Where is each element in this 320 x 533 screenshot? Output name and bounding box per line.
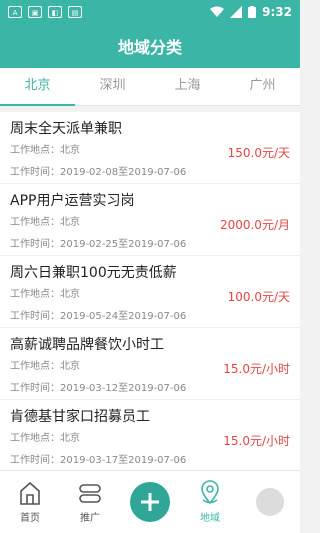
- nav-region[interactable]: 地域: [180, 471, 240, 533]
- nav-add[interactable]: [120, 471, 180, 533]
- signal-icon: [230, 6, 243, 18]
- region-tabs: 北京 深圳 上海 广州: [0, 68, 300, 106]
- job-time: 工作时间：2019-02-25至2019-07-06: [10, 239, 187, 250]
- job-title: 高薪诚聘品牌餐饮小时工: [10, 337, 164, 353]
- status-bar: A ▣ ◧ ▤ 9:32: [0, 0, 300, 24]
- tab-guangzhou[interactable]: 广州: [225, 68, 300, 105]
- clock: 9:32: [262, 5, 292, 19]
- notification-icon: A: [8, 6, 22, 18]
- job-title: 周六日兼职100元无责低薪: [10, 265, 177, 281]
- shopping-bag-icon: ▤: [68, 6, 82, 18]
- status-bar-right: 9:32: [210, 5, 292, 19]
- home-icon: [20, 481, 40, 505]
- notification-icon: ▣: [28, 6, 42, 18]
- nav-promote[interactable]: 推广: [60, 471, 120, 533]
- job-time: 工作时间：2019-02-08至2019-07-06: [10, 167, 187, 178]
- bottom-nav: 首页 推广 地域: [0, 470, 300, 533]
- job-title: 周末全天派单兼职: [10, 121, 122, 137]
- nav-home-label: 首页: [20, 513, 40, 524]
- job-salary: 100.0元/天: [227, 290, 290, 304]
- nav-region-label: 地域: [200, 513, 220, 524]
- battery-icon: [248, 6, 257, 18]
- nav-home[interactable]: 首页: [0, 471, 60, 533]
- nav-promote-label: 推广: [80, 513, 100, 524]
- location-pin-icon: [201, 480, 219, 505]
- job-salary: 15.0元/小时: [223, 434, 290, 448]
- plus-icon: [141, 493, 159, 511]
- nav-profile[interactable]: [240, 471, 300, 533]
- notification-icon: ◧: [48, 6, 62, 18]
- job-time: 工作时间：2019-03-17至2019-07-06: [10, 455, 187, 466]
- add-button[interactable]: [130, 482, 170, 522]
- job-time: 工作时间：2019-05-24至2019-07-06: [10, 311, 187, 322]
- job-list: 周末全天派单兼职 工作地点：北京 工作时间：2019-02-08至2019-07…: [0, 112, 300, 470]
- tab-shanghai[interactable]: 上海: [150, 68, 225, 105]
- avatar: [256, 488, 284, 516]
- tab-beijing[interactable]: 北京: [0, 68, 75, 106]
- status-bar-left: A ▣ ◧ ▤: [8, 6, 82, 18]
- job-item[interactable]: 周末全天派单兼职 工作地点：北京 工作时间：2019-02-08至2019-07…: [0, 112, 300, 184]
- tab-shenzhen[interactable]: 深圳: [75, 68, 150, 105]
- page-title: 地域分类: [117, 38, 182, 57]
- promote-icon: [79, 484, 101, 503]
- wifi-icon: [210, 6, 225, 17]
- job-item[interactable]: 周六日兼职100元无责低薪 工作地点：北京 工作时间：2019-05-24至20…: [0, 256, 300, 328]
- job-time: 工作时间：2019-03-12至2019-07-06: [10, 383, 187, 394]
- job-salary: 2000.0元/月: [219, 218, 290, 232]
- job-salary: 15.0元/小时: [223, 362, 290, 376]
- job-item[interactable]: APP用户运营实习岗 工作地点：北京 工作时间：2019-02-25至2019-…: [0, 184, 300, 256]
- job-salary: 150.0元/天: [227, 146, 290, 160]
- job-item[interactable]: 高薪诚聘品牌餐饮小时工 工作地点：北京 工作时间：2019-03-12至2019…: [0, 328, 300, 400]
- job-title: 肯德基甘家口招募员工: [10, 409, 150, 425]
- job-item[interactable]: 肯德基甘家口招募员工 工作地点：北京 工作时间：2019-03-17至2019-…: [0, 400, 300, 470]
- page-header: 地域分类: [0, 24, 300, 68]
- job-title: APP用户运营实习岗: [10, 193, 135, 209]
